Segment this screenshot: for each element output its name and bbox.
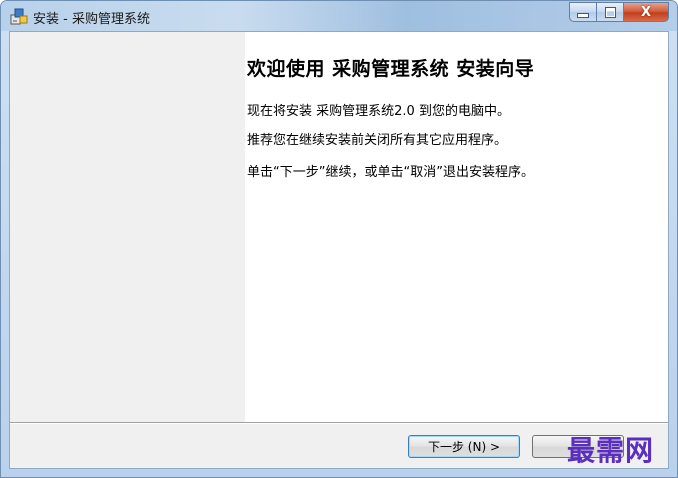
close-button[interactable]: X (623, 2, 669, 22)
welcome-heading: 欢迎使用 采购管理系统 安装向导 (247, 58, 535, 80)
maximize-icon (604, 6, 616, 18)
installer-window: 安装 - 采购管理系统 X 欢迎使用 采购管理系统 安装向导 现在将安装 采购管… (0, 0, 678, 478)
maximize-button[interactable] (596, 2, 623, 22)
window-title: 安装 - 采购管理系统 (33, 12, 150, 27)
installer-app-icon (10, 8, 28, 25)
close-apps-recommendation: 推荐您在继续安装前关闭所有其它应用程序。 (247, 133, 508, 148)
wizard-client-area: 欢迎使用 采购管理系统 安装向导 现在将安装 采购管理系统2.0 到您的电脑中。… (9, 31, 669, 469)
wizard-side-image (10, 32, 245, 422)
welcome-panel: 欢迎使用 采购管理系统 安装向导 现在将安装 采购管理系统2.0 到您的电脑中。… (245, 32, 668, 422)
caption-buttons: X (569, 2, 669, 23)
install-description: 现在将安装 采购管理系统2.0 到您的电脑中。 (247, 104, 510, 119)
minimize-button[interactable] (569, 2, 596, 22)
minimize-icon (577, 13, 589, 18)
close-icon: X (640, 4, 652, 20)
title-bar[interactable]: 安装 - 采购管理系统 X (1, 1, 677, 31)
next-button[interactable]: 下一步 (N) > (408, 435, 520, 458)
watermark-logo: 最需网 (567, 434, 655, 467)
next-cancel-instruction: 单击“下一步”继续，或单击“取消”退出安装程序。 (247, 165, 534, 180)
bottom-separator (10, 422, 668, 424)
